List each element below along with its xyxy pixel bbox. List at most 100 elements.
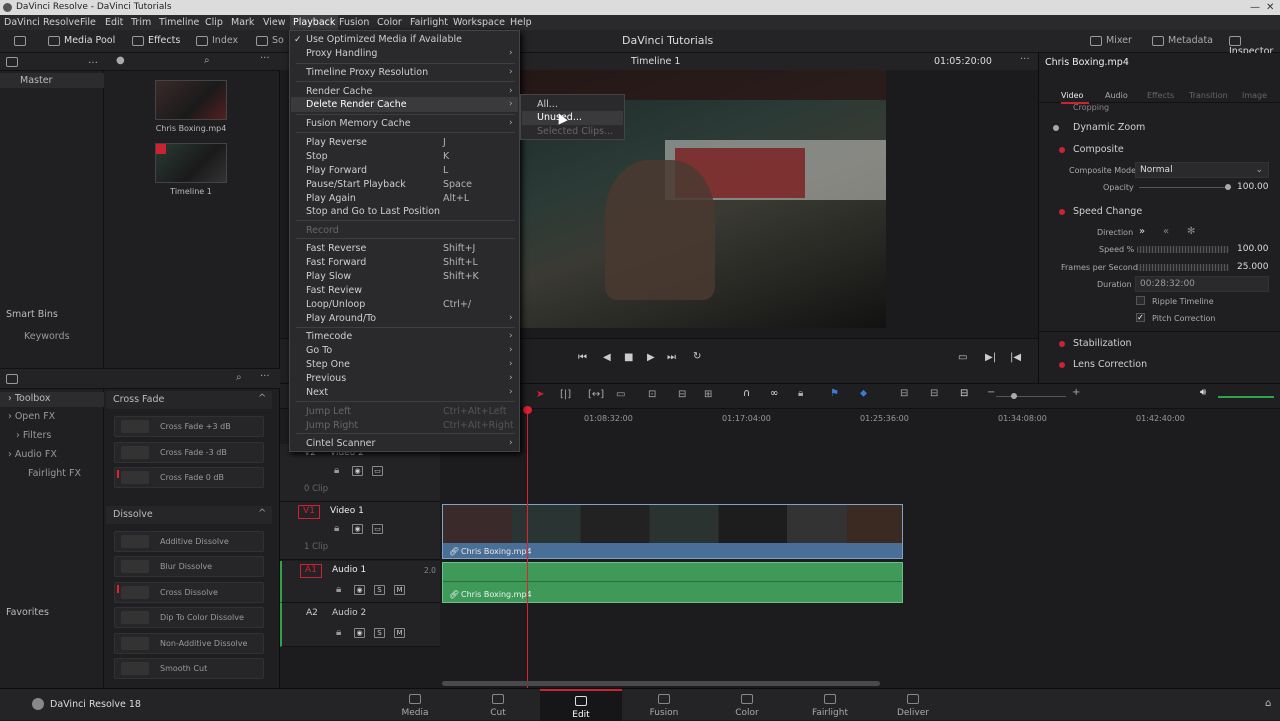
snapping-icon[interactable]: ∩ [743,388,750,399]
menu-item-stop-go-last[interactable]: Stop and Go to Last Position [306,206,440,217]
fx-blur-dissolve[interactable]: Blur Dissolve [114,556,264,577]
fx-cross-fade-plus3[interactable]: Cross Fade +3 dB [114,416,264,437]
page-color[interactable]: Color [706,689,788,721]
menu-mark[interactable]: Mark [231,15,254,30]
menu-help[interactable]: Help [510,15,532,30]
home-icon[interactable]: ⌂ [1265,698,1271,709]
menu-item-stop[interactable]: Stop [306,151,328,162]
menu-item-use-optimized-media[interactable]: Use Optimized Media if Available [306,34,462,45]
media-pool-button[interactable]: Media Pool [48,35,115,46]
menu-item-delete-render-cache[interactable]: Delete Render Cache [306,99,407,110]
dynamic-zoom-toggle[interactable] [1053,125,1059,131]
menu-item-play-forward[interactable]: Play Forward [306,165,367,176]
menu-item-play-again[interactable]: Play Again [306,193,356,204]
menu-item-play-reverse[interactable]: Play Reverse [306,137,367,148]
fx-cross-fade-minus3[interactable]: Cross Fade -3 dB [114,442,264,463]
menu-color[interactable]: Color [377,15,402,30]
minimize-icon[interactable]: — [1250,0,1260,15]
tree-toolbox[interactable]: › Toolbox [8,393,50,404]
blade-tool-icon[interactable]: ▭ [616,389,625,400]
auto-track-icon[interactable]: ◉ [352,466,363,476]
fps-value[interactable]: 25.000 [1237,262,1269,272]
volume-slider[interactable] [1218,396,1274,398]
smart-bin-keywords[interactable]: Keywords [24,331,70,342]
inspector-tab-effects[interactable]: Effects [1147,91,1174,100]
track-header-a1[interactable]: A1 Audio 1 2.0 🔒︎ ◉ S M [280,561,440,603]
menu-item-step-one[interactable]: Step One [306,359,350,370]
speed-value[interactable]: 100.00 [1237,244,1269,254]
insert-icon[interactable]: ⊡ [648,389,656,400]
menu-item-timecode[interactable]: Timecode [306,331,352,342]
dissolve-header[interactable]: Dissolve [113,509,153,520]
flag-icon[interactable]: ⚑ [830,388,839,399]
close-icon[interactable]: ✕ [1266,0,1274,15]
replace-icon[interactable]: ⊞ [704,389,712,400]
menu-item-next[interactable]: Next [306,387,328,398]
zoom-detail-icon[interactable]: ⊟ [930,388,938,399]
tree-fairlight-fx[interactable]: Fairlight FX [28,468,81,479]
auto-track-icon[interactable]: ◉ [352,524,363,534]
menu-trim[interactable]: Trim [131,15,151,30]
play-icon[interactable]: ▶ [647,352,655,363]
collapse-icon[interactable]: ^ [258,393,266,404]
page-deliver[interactable]: Deliver [872,689,954,721]
collapse-icon[interactable]: ^ [258,508,266,519]
effects-button[interactable]: Effects [132,35,180,46]
opacity-value[interactable]: 100.00 [1237,182,1269,192]
zoom-full-icon[interactable]: ⊟ [900,388,908,399]
overwrite-icon[interactable]: ⊟ [678,389,686,400]
menu-item-fast-review[interactable]: Fast Review [306,285,362,296]
playhead[interactable] [527,408,528,688]
menu-edit[interactable]: Edit [105,15,123,30]
menu-item-pause-start[interactable]: Pause/Start Playback [306,179,406,190]
fx-additive-dissolve[interactable]: Additive Dissolve [114,531,264,552]
menu-item-fast-forward[interactable]: Fast Forward [306,257,366,268]
track-name[interactable]: Video 1 [330,506,364,516]
timeline-scrollbar[interactable] [442,681,880,686]
ripple-timeline-checkbox[interactable] [1136,296,1145,305]
lens-correction-section[interactable]: Lens Correction [1073,359,1280,370]
play-reverse-icon[interactable]: ◀ [603,352,611,363]
direction-reverse-icon[interactable]: « [1163,226,1169,237]
list-view-icon[interactable]: ● [116,55,125,66]
loop-icon[interactable]: ↻ [693,351,701,362]
menu-item-loop-unloop[interactable]: Loop/Unloop [306,299,365,310]
audio-clip[interactable]: 🔗︎ Chris Boxing.mp4 [442,562,903,603]
marker-icon[interactable]: ⬥ [860,388,867,399]
menu-item-proxy-handling[interactable]: Proxy Handling [306,48,377,59]
viewer-options-icon[interactable]: ··· [1020,54,1030,65]
track-lock-icon[interactable]: 🔒︎ [336,627,341,638]
bin-master[interactable]: Master [20,75,52,86]
go-to-start-icon[interactable]: ⏮ [578,352,587,363]
workspace-toggle-icon[interactable] [14,35,30,46]
linked-selection-icon[interactable]: ∞ [770,388,778,399]
viewer-timeline-name[interactable]: Timeline 1 [631,56,680,67]
selection-tool-icon[interactable]: ➤ [536,389,544,400]
metadata-button[interactable]: Metadata [1152,35,1213,46]
track-lock-icon[interactable]: 🔒︎ [334,523,339,534]
sidebar-toggle-icon[interactable] [6,57,18,67]
trim-tool-icon[interactable]: [|] [560,389,571,400]
track-id[interactable]: A1 [300,564,322,578]
track-id[interactable]: V1 [298,505,320,519]
next-edit-icon[interactable]: ▶| [985,352,996,363]
menu-clip[interactable]: Clip [205,15,223,30]
track-header-v2[interactable]: V2 Video 2 🔒︎ ◉ ▭ 0 Clip [280,444,440,502]
cropping-section[interactable]: Cropping [1073,103,1280,112]
track-header-v1[interactable]: V1 Video 1 🔒︎ ◉ ▭ 1 Clip [280,502,440,560]
freeze-frame-icon[interactable]: ✻ [1187,226,1195,237]
solo-button[interactable]: S [374,585,385,595]
menu-davinci-resolve[interactable]: DaVinci Resolve [4,15,80,30]
tree-open-fx[interactable]: › Open FX [8,411,55,422]
composite-section[interactable]: Composite [1073,144,1280,155]
playhead-handle[interactable] [523,406,532,414]
menu-fusion[interactable]: Fusion [339,15,369,30]
auto-track-icon[interactable]: ◉ [354,628,365,638]
speed-slider[interactable] [1137,246,1229,253]
fps-slider[interactable] [1137,264,1229,271]
menu-item-render-cache[interactable]: Render Cache [306,86,372,97]
menu-item-fast-reverse[interactable]: Fast Reverse [306,243,366,254]
dynamic-trim-icon[interactable]: [↔] [588,389,604,400]
solo-button[interactable]: S [374,628,385,638]
menu-playback[interactable]: Playback [290,15,339,30]
